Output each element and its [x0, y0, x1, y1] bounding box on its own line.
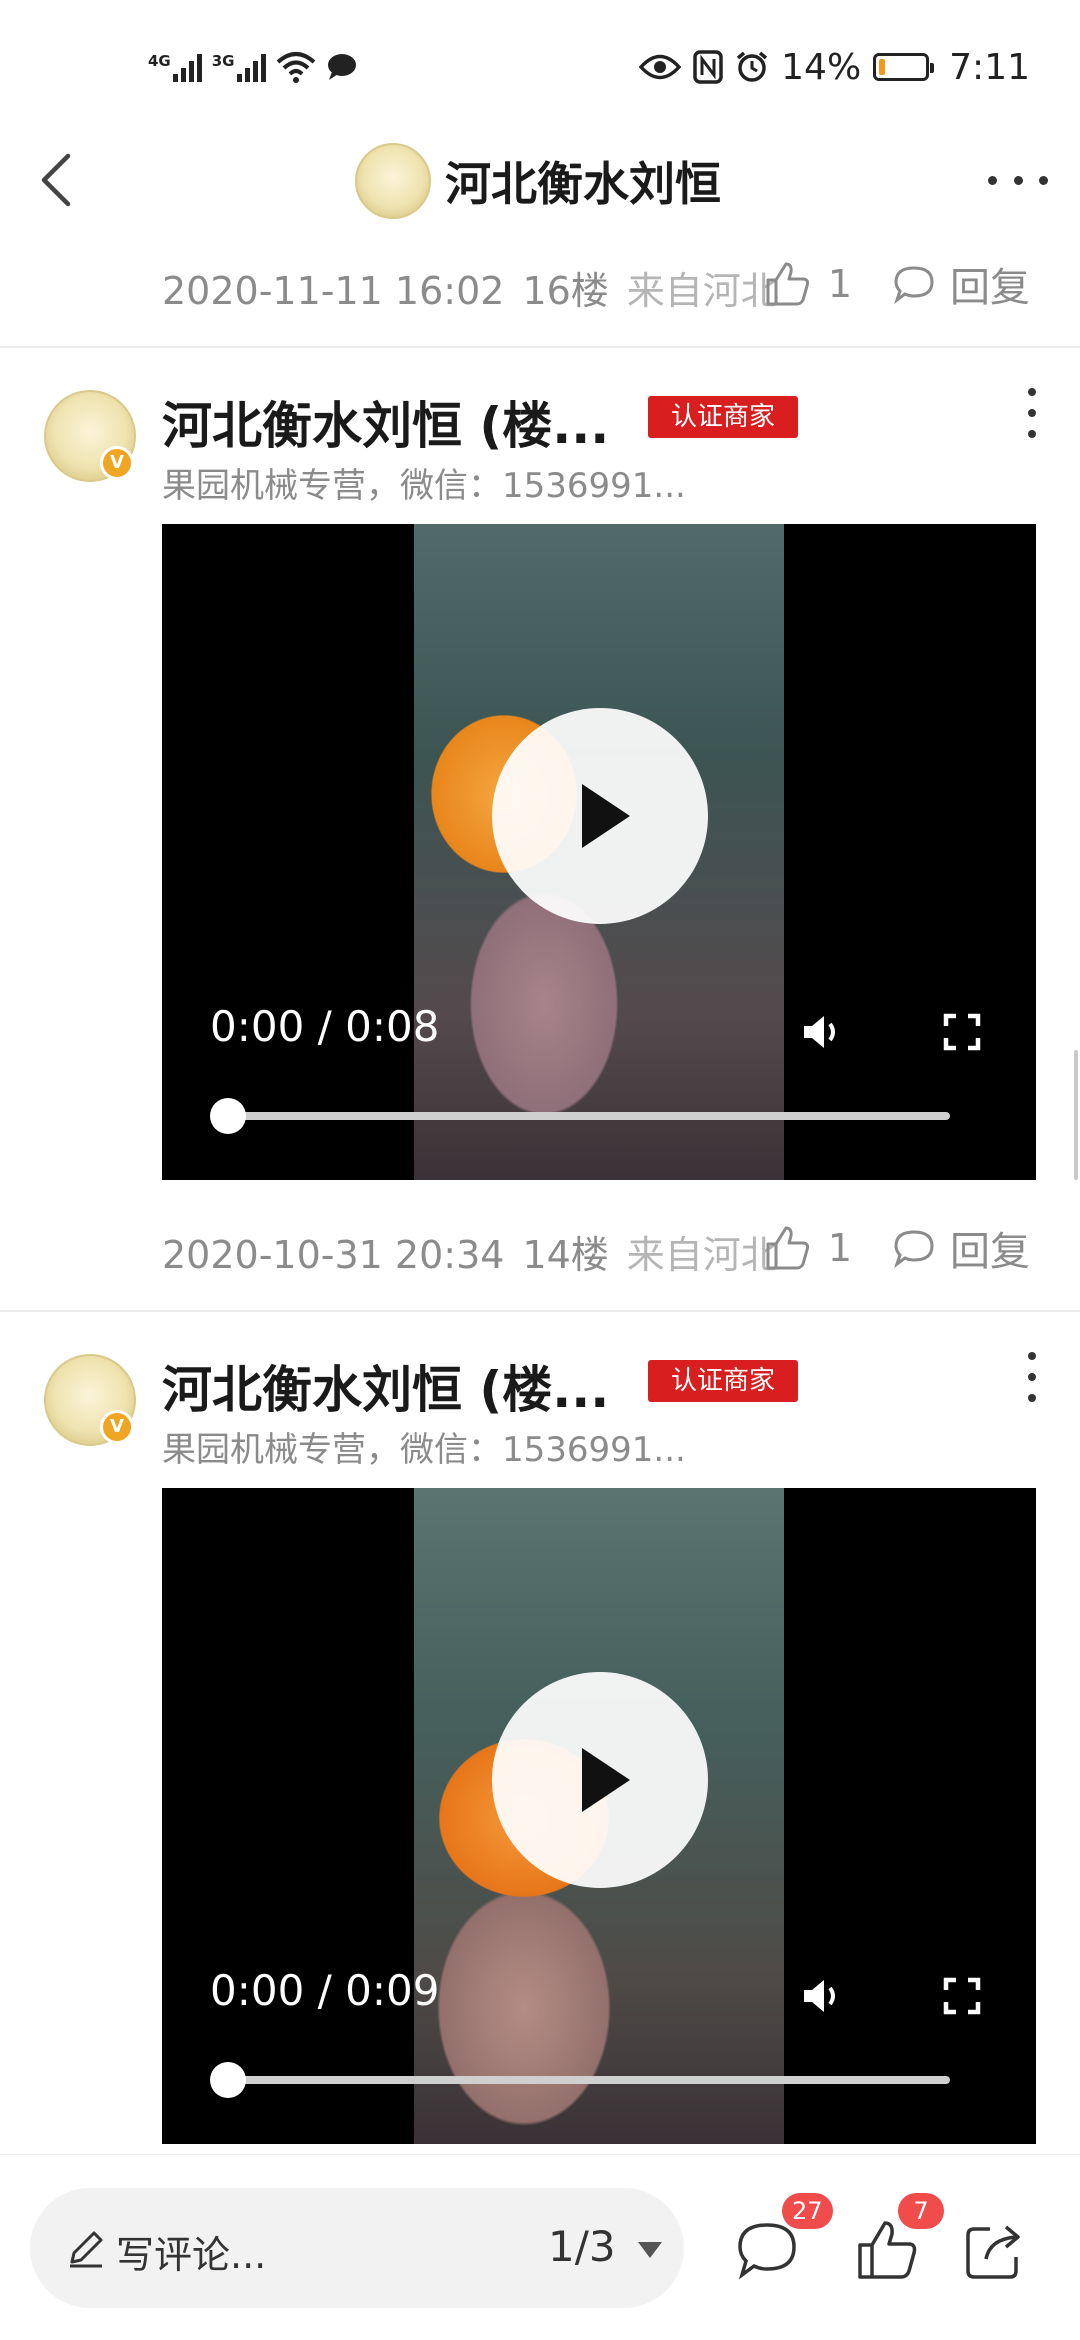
divider [0, 1310, 1080, 1312]
top-nav-bar: 河北衡水刘恒 [0, 130, 1080, 235]
network-type-label: 4G [148, 52, 171, 70]
bottom-action-bar: 写评论... 1/3 27 7 [0, 2154, 1080, 2340]
message-bubble-icon [327, 54, 356, 80]
video-time-label: 0:00 / 0:08 [210, 1002, 440, 1051]
progress-thumb[interactable] [210, 2062, 246, 2098]
reply-button[interactable]: 回复 [950, 1219, 1030, 1277]
like-count: 1 [827, 1226, 852, 1270]
caret-down-icon[interactable] [638, 2242, 662, 2258]
post-meta-info: 2020-10-31 20:34 14楼 来自河北 [162, 1224, 807, 1279]
post-datetime: 2020-11-11 16:02 [162, 269, 505, 313]
signal-3g-icon: 3G [212, 52, 266, 82]
author-name[interactable]: 河北衡水刘恒 (楼... [162, 1350, 609, 1422]
volume-icon[interactable] [798, 1008, 846, 1056]
back-button[interactable] [22, 140, 92, 220]
page-indicator[interactable]: 1/3 [548, 2222, 616, 2271]
video-progress-bar[interactable] [224, 2076, 950, 2084]
volume-icon[interactable] [798, 1972, 846, 2020]
certified-merchant-badge: 认证商家 [648, 396, 798, 438]
network-type-label: 3G [211, 52, 235, 70]
video-time-label: 0:00 / 0:09 [210, 1966, 440, 2015]
status-left: 4G 3G [148, 42, 358, 92]
post-meta-row: 2020-11-11 16:02 16楼 来自河北 1 回复 [0, 248, 1080, 328]
play-button[interactable] [492, 1672, 708, 1888]
post-meta-row: 2020-10-31 20:34 14楼 来自河北 1 回复 [0, 1212, 1080, 1292]
nfc-icon [693, 50, 723, 84]
certified-merchant-badge: 认证商家 [648, 1360, 798, 1402]
post-more-button[interactable] [1022, 1352, 1042, 1402]
progress-thumb[interactable] [210, 1098, 246, 1134]
wifi-icon [276, 52, 315, 83]
thumbs-up-icon[interactable] [762, 258, 814, 310]
post-actions: 1 回复 [762, 254, 1030, 314]
eye-icon [639, 54, 682, 80]
more-options-button[interactable] [988, 160, 1048, 200]
nav-author[interactable]: 河北衡水刘恒 [355, 142, 721, 220]
battery-percent: 14% [781, 46, 862, 88]
thumbs-up-icon[interactable] [762, 1222, 814, 1274]
post-datetime: 2020-10-31 20:34 [162, 1233, 505, 1277]
post-floor: 14楼 [522, 1233, 609, 1277]
post-actions: 1 回复 [762, 1218, 1030, 1278]
signal-4g-icon: 4G [148, 52, 202, 82]
clock: 7:11 [949, 46, 1030, 88]
post-floor: 16楼 [522, 269, 609, 313]
scrollbar[interactable] [1074, 1050, 1078, 1180]
fullscreen-icon[interactable] [942, 1012, 982, 1052]
likes-count-badge: 7 [898, 2193, 944, 2229]
post-item: V 河北衡水刘恒 (楼... 认证商家 果园机械专营，微信：1536991...… [0, 1314, 1080, 2154]
video-player[interactable]: 0:00 / 0:09 [162, 1488, 1036, 2144]
share-icon[interactable] [960, 2215, 1030, 2285]
verified-badge-icon: V [100, 1410, 134, 1444]
comments-count-badge: 27 [782, 2193, 833, 2229]
post-meta-info: 2020-11-11 16:02 16楼 来自河北 [162, 260, 807, 315]
author-description: 果园机械专营，微信：1536991... [162, 466, 686, 506]
play-button[interactable] [492, 708, 708, 924]
page-title: 河北衡水刘恒 [445, 157, 721, 211]
avatar[interactable] [355, 143, 431, 219]
video-progress-bar[interactable] [224, 1112, 950, 1120]
fullscreen-icon[interactable] [942, 1976, 982, 2016]
status-right: 14% 7:11 [639, 42, 1030, 92]
author-name[interactable]: 河北衡水刘恒 (楼... [162, 386, 609, 458]
video-player[interactable]: 0:00 / 0:08 [162, 524, 1036, 1180]
post-item: V 河北衡水刘恒 (楼... 认证商家 果园机械专营，微信：1536991...… [0, 350, 1080, 1310]
comment-icon[interactable] [892, 264, 936, 304]
divider [0, 346, 1080, 348]
battery-icon [873, 53, 935, 81]
verified-badge-icon: V [100, 446, 134, 480]
comment-input[interactable]: 写评论... 1/3 [30, 2188, 684, 2308]
like-count: 1 [827, 262, 852, 306]
comment-placeholder: 写评论... [116, 2233, 267, 2277]
pencil-icon [70, 2231, 103, 2268]
reply-button[interactable]: 回复 [950, 255, 1030, 313]
comment-icon[interactable] [892, 1228, 936, 1268]
status-bar: 4G 3G 14% 7:11 [0, 0, 1080, 130]
battery-level-fill [879, 59, 886, 75]
author-description: 果园机械专营，微信：1536991... [162, 1430, 686, 1470]
post-more-button[interactable] [1022, 388, 1042, 438]
alarm-icon [737, 51, 768, 82]
